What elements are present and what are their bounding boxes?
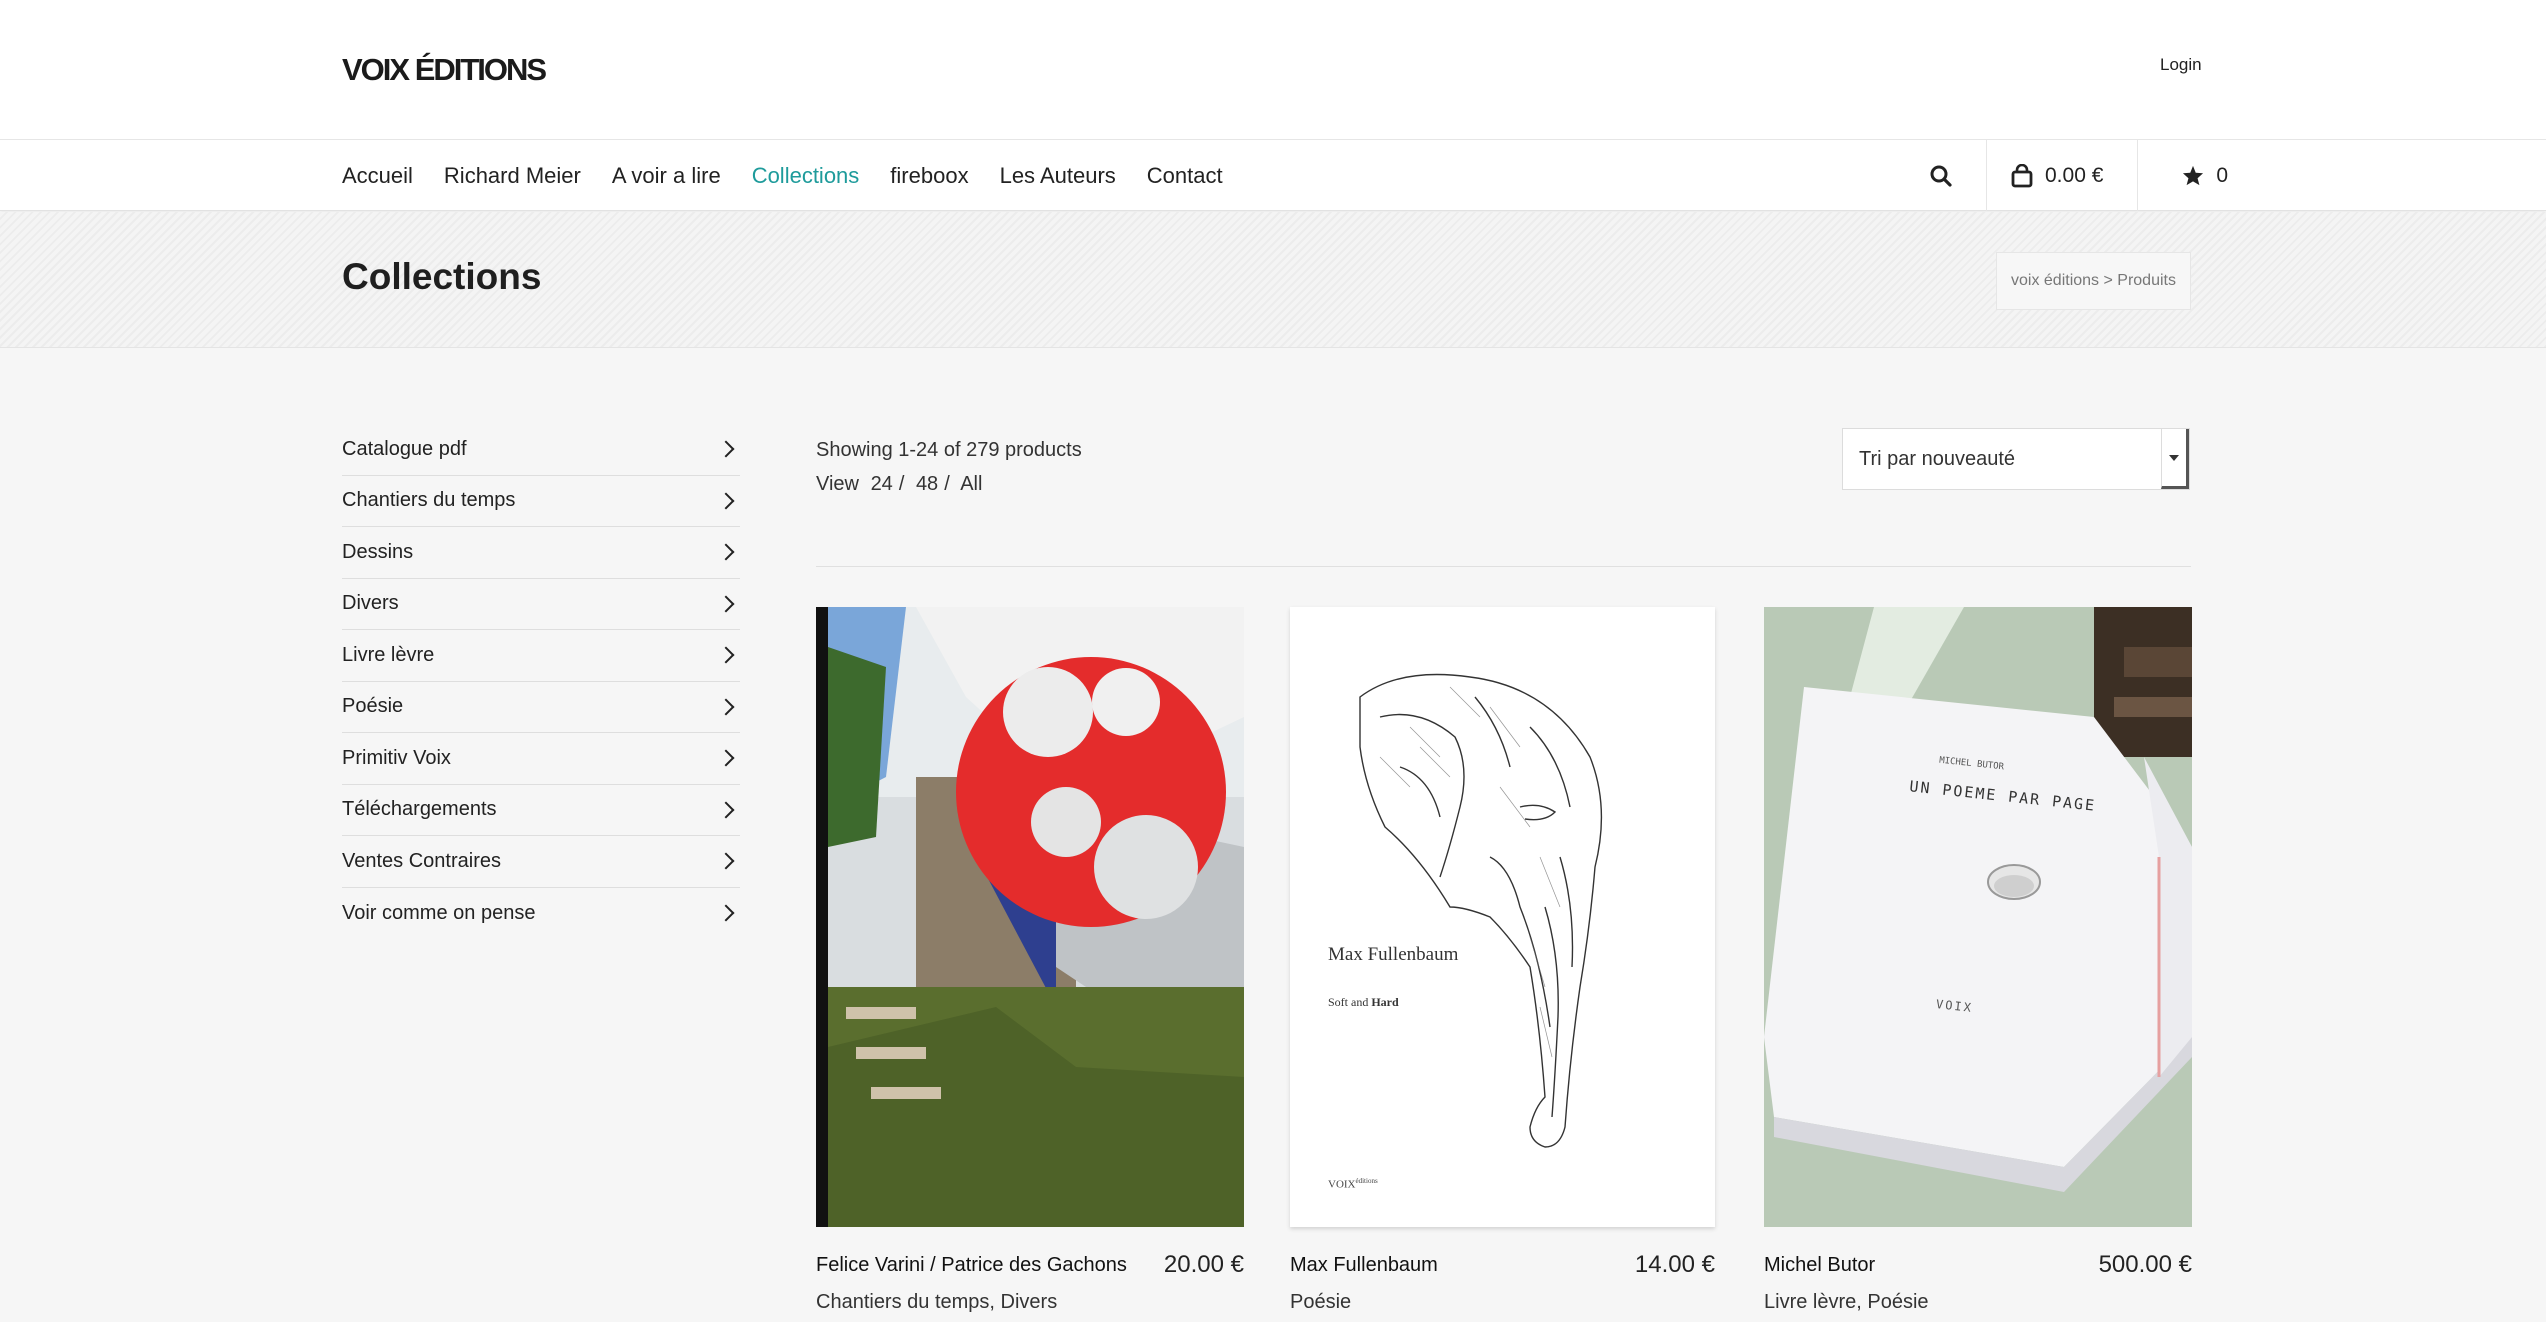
product-categories[interactable]: Chantiers du temps, Divers [816,1291,1057,1314]
favorites-button[interactable]: 0 [2137,140,2372,211]
product-name[interactable]: Max Fullenbaum [1290,1254,1438,1277]
chevron-right-icon [717,801,735,819]
category-label: Catalogue pdf [342,437,467,460]
product-image[interactable] [816,607,1244,1227]
product-name[interactable]: Michel Butor [1764,1254,1875,1277]
category-item[interactable]: Primitiv Voix [342,733,740,785]
category-label: Primitiv Voix [342,746,451,769]
cover-author: Max Fullenbaum [1328,944,1459,965]
category-item[interactable]: Poésie [342,682,740,733]
nav-item-richard-meier[interactable]: Richard Meier [444,163,581,189]
sort-select[interactable]: Tri par nouveauté [1842,428,2190,490]
cover-subtitle: Soft and Hard [1328,995,1399,1010]
cover-subtitle-soft: Soft and [1328,995,1372,1009]
nav-item-accueil[interactable]: Accueil [342,163,413,189]
cart-total: 0.00 € [2045,163,2104,187]
cover-subtitle-hard: Hard [1371,995,1399,1009]
nav-item-a-voir-a-lire[interactable]: A voir a lire [612,163,721,189]
category-item[interactable]: Dessins [342,527,740,579]
view-label: View [816,473,859,495]
view-48-link[interactable]: 48 [916,473,938,495]
category-item[interactable]: Téléchargements [342,785,740,836]
category-item[interactable]: Voir comme on pense [342,888,740,940]
chevron-right-icon [717,646,735,664]
chevron-right-icon [717,852,735,870]
category-label: Divers [342,592,399,615]
cover-publisher-name: VOIX [1328,1178,1356,1191]
chevron-right-icon [717,595,735,613]
view-all-link[interactable]: All [960,473,982,495]
nav-item-collections[interactable]: Collections [752,163,860,189]
category-item[interactable]: Divers [342,579,740,630]
shopping-bag-icon [2011,163,2033,187]
category-label: Poésie [342,695,404,718]
site-logo[interactable]: VOIX ÉDITIONS [342,52,547,88]
category-label: Voir comme on pense [342,901,536,924]
product-photo [1764,607,2192,1227]
product-categories[interactable]: Poésie [1290,1291,1351,1314]
star-icon [2183,165,2204,186]
cover-publisher: VOIXéditions [1328,1177,1378,1191]
chevron-down-icon [2161,429,2189,489]
category-label: Livre lèvre [342,643,435,666]
results-info: Showing 1-24 of 279 products View 24/ 48… [816,433,1082,501]
category-label: Téléchargements [342,798,497,821]
category-item[interactable]: Catalogue pdf [342,424,740,476]
product-categories[interactable]: Livre lèvre, Poésie [1764,1291,1929,1314]
category-sidebar: Catalogue pdf Chantiers du temps Dessins… [342,424,740,939]
favorites-count: 0 [2216,163,2229,187]
login-link[interactable]: Login [2160,55,2202,75]
page-title: Collections [342,256,542,297]
product-photo [816,607,1244,1227]
chevron-right-icon [717,492,735,510]
main-navbar: Accueil Richard Meier A voir a lire Coll… [0,140,2546,211]
breadcrumb[interactable]: voix éditions > Produits [1996,252,2191,310]
search-icon [1930,165,1952,187]
product-card[interactable]: MICHEL BUTOR UN POEME PAR PAGE VOIX Mich… [1764,607,2192,1313]
product-image[interactable]: Max Fullenbaum Soft and Hard VOIXédition… [1290,607,1715,1227]
view-24-link[interactable]: 24 [871,473,893,495]
product-card[interactable]: Felice Varini / Patrice des Gachons 20.0… [816,607,1244,1313]
page-title-band: Collections voix éditions > Produits [0,212,2546,348]
results-count: Showing 1-24 of 279 products [816,439,1082,461]
category-label: Dessins [342,540,414,563]
product-card[interactable]: Max Fullenbaum Soft and Hard VOIXédition… [1290,607,1715,1313]
product-price: 500.00 € [2098,1251,2192,1278]
divider [816,566,2191,567]
chevron-right-icon [717,698,735,716]
category-label: Chantiers du temps [342,489,516,512]
nav-item-contact[interactable]: Contact [1147,163,1223,189]
cart-button[interactable]: 0.00 € [1986,140,2137,211]
cover-publisher-sub: éditions [1355,1177,1378,1185]
nav-item-fireboox[interactable]: fireboox [890,163,968,189]
chevron-right-icon [717,904,735,922]
chevron-right-icon [717,440,735,458]
elephant-drawing [1359,673,1603,1148]
main-nav: Accueil Richard Meier A voir a lire Coll… [342,140,1254,211]
category-label: Ventes Contraires [342,849,501,872]
nav-item-les-auteurs[interactable]: Les Auteurs [1000,163,1116,189]
product-image[interactable]: MICHEL BUTOR UN POEME PAR PAGE VOIX [1764,607,2192,1227]
top-header: VOIX ÉDITIONS Login [0,0,2546,140]
book-cover [1359,673,1603,1148]
sort-value: Tri par nouveauté [1859,447,2016,470]
category-item[interactable]: Livre lèvre [342,630,740,682]
header-tools: 0.00 € 0 [1900,140,2372,211]
search-button[interactable] [1900,140,1986,211]
chevron-right-icon [717,749,735,767]
product-name[interactable]: Felice Varini / Patrice des Gachons [816,1254,1127,1277]
category-item[interactable]: Chantiers du temps [342,476,740,527]
view-options: View 24/ 48/ All [816,473,983,495]
chevron-right-icon [717,543,735,561]
product-price: 14.00 € [1634,1251,1715,1278]
product-price: 20.00 € [1163,1251,1244,1278]
category-item[interactable]: Ventes Contraires [342,836,740,888]
